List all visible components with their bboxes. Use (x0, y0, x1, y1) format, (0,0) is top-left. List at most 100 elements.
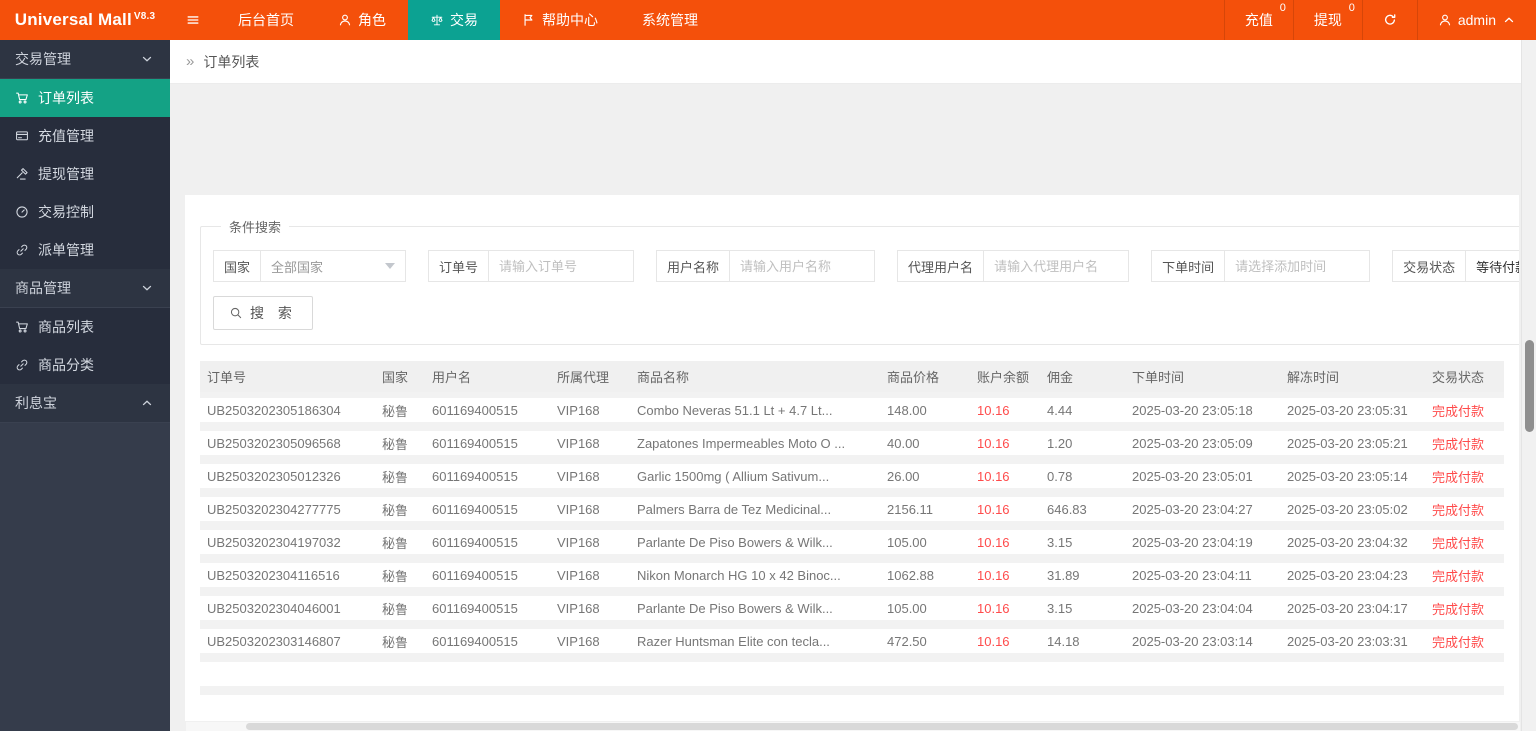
table-row[interactable]: UB2503202303146807 秘鲁 601169400515 VIP168 Ra… (200, 629, 1504, 662)
search-filter-section: 条件搜索 国家全部国家订单号用户名称代理用户名下单时间交易状态等待付款 搜 索 (200, 217, 1519, 345)
filter-label: 用户名称 (656, 250, 731, 282)
cell-commission: 3.15 (1047, 534, 1073, 550)
cell-username: 601169400515 (432, 402, 518, 418)
horizontal-scrollbar[interactable] (186, 722, 1520, 731)
filter-field-5: 交易状态等待付款 (1392, 250, 1519, 282)
order-time-input[interactable] (1224, 250, 1371, 282)
cell-product-price: 105.00 (887, 534, 927, 550)
cell-order-no: UB2503202305096568 (207, 435, 341, 451)
agent-username-input[interactable] (983, 250, 1130, 282)
cell-username: 601169400515 (432, 534, 518, 550)
sidebar-item-0-3[interactable]: 交易控制 (0, 193, 170, 231)
order-no-input[interactable] (488, 250, 635, 282)
cart-icon (15, 91, 29, 105)
sidebar-group-2[interactable]: 利息宝 (0, 384, 170, 423)
trade-status-select[interactable]: 等待付款 (1465, 250, 1519, 282)
horizontal-scrollbar-thumb[interactable] (246, 723, 1518, 730)
app-logo[interactable]: Universal Mall V8.3 (0, 0, 170, 40)
cell-country: 秘鲁 (382, 469, 409, 485)
cell-commission: 4.44 (1047, 402, 1073, 418)
vertical-scrollbar-thumb[interactable] (1525, 340, 1534, 432)
cell-unfreeze-time: 2025-03-20 23:05:14 (1287, 468, 1408, 484)
username: admin (1457, 12, 1496, 28)
cell-commission: 3.15 (1047, 600, 1073, 616)
cell-order-time: 2025-03-20 23:04:27 (1132, 501, 1253, 517)
cell-agent: VIP168 (557, 402, 600, 418)
sidebar-item-0-0[interactable]: 订单列表 (0, 79, 170, 117)
sidebar-item-1-1[interactable]: 商品分类 (0, 346, 170, 384)
sidebar-group-label: 利息宝 (15, 395, 57, 411)
search-button[interactable]: 搜 索 (213, 296, 313, 330)
sidebar-group-label: 商品管理 (15, 280, 71, 296)
nav-item-system[interactable]: 系统管理 (620, 0, 720, 40)
cell-product-price: 105.00 (887, 600, 927, 616)
breadcrumb: » 订单列表 (170, 40, 1536, 84)
withdraw-button[interactable]: 提现 0 (1292, 0, 1362, 40)
sidebar-item-label: 提现管理 (38, 166, 94, 182)
cell-product-name: Razer Huntsman Elite con tecla... (637, 633, 830, 649)
topbar-right: 充值 0 提现 0 admin (1223, 0, 1536, 40)
cell-account-balance: 10.16 (977, 600, 1010, 616)
sidebar-group-1[interactable]: 商品管理 (0, 269, 170, 308)
filter-label: 代理用户名 (897, 250, 985, 282)
cell-unfreeze-time: 2025-03-20 23:04:17 (1287, 600, 1408, 616)
username-input[interactable] (729, 250, 876, 282)
chevron-down-icon (140, 281, 154, 295)
sidebar-item-0-1[interactable]: 充值管理 (0, 117, 170, 155)
cell-product-price: 26.00 (887, 468, 920, 484)
cell-agent: VIP168 (557, 534, 600, 550)
menu-toggle-icon[interactable] (170, 0, 216, 40)
sidebar-item-1-0[interactable]: 商品列表 (0, 308, 170, 346)
cell-account-balance: 10.16 (977, 633, 1010, 649)
cart-icon (15, 320, 29, 334)
cell-account-balance: 10.16 (977, 435, 1010, 451)
nav-item-help-center[interactable]: 帮助中心 (500, 0, 620, 40)
table-header-row: 订单号 国家 用户名 所属代理 商品名称 商品价格 账户余额 佣金 下单时间 解冻时间 交易状态 (200, 361, 1504, 398)
link-icon (15, 358, 29, 372)
card-icon (15, 129, 29, 143)
table-row[interactable]: UB2503202304116516 秘鲁 601169400515 VIP168 Ni… (200, 563, 1504, 596)
nav-item-roles[interactable]: 角色 (316, 0, 408, 40)
app-version: V8.3 (133, 10, 156, 22)
cell-country: 秘鲁 (382, 634, 409, 650)
vertical-scrollbar[interactable] (1521, 40, 1536, 731)
cell-country: 秘鲁 (382, 535, 409, 551)
cell-product-price: 2156.11 (887, 501, 934, 517)
nav-item-trade[interactable]: 交易 (408, 0, 500, 40)
column-header-8: 下单时间 (1132, 370, 1185, 385)
cell-agent: VIP168 (557, 501, 600, 517)
user-menu[interactable]: admin (1416, 0, 1536, 40)
sidebar-item-0-4[interactable]: 派单管理 (0, 231, 170, 269)
cell-product-name: Palmers Barra de Tez Medicinal... (637, 501, 832, 517)
country-select[interactable]: 全部国家 (260, 250, 407, 282)
column-header-10: 交易状态 (1432, 370, 1485, 385)
cell-order-no: UB2503202304116516 (207, 567, 340, 583)
table-row[interactable]: UB2503202305012326 秘鲁 601169400515 VIP168 Ga… (200, 464, 1504, 497)
table-row[interactable]: UB2503202304046001 秘鲁 601169400515 VIP168 Pa… (200, 596, 1504, 629)
filter-row: 国家全部国家订单号用户名称代理用户名下单时间交易状态等待付款 (213, 250, 1519, 282)
cell-country: 秘鲁 (382, 568, 409, 584)
recharge-button[interactable]: 充值 0 (1223, 0, 1293, 40)
sidebar-item-0-2[interactable]: 提现管理 (0, 155, 170, 193)
table-row[interactable]: UB2503202305096568 秘鲁 601169400515 VIP168 Za… (200, 431, 1504, 464)
cell-country: 秘鲁 (382, 502, 409, 518)
table-row[interactable]: UB2503202304277775 秘鲁 601169400515 VIP168 Pa… (200, 497, 1504, 530)
cell-commission: 1.20 (1047, 435, 1073, 451)
cell-trade-status: 完成付款 (1432, 436, 1485, 452)
cell-order-no: UB2503202305186304 (207, 402, 341, 418)
nav-item-label: 系统管理 (642, 12, 698, 28)
link-icon (15, 243, 29, 257)
cell-trade-status: 完成付款 (1432, 403, 1485, 419)
table-row[interactable]: UB2503202305186304 秘鲁 601169400515 VIP168 Co… (200, 398, 1504, 431)
cell-unfreeze-time: 2025-03-20 23:04:23 (1287, 567, 1408, 583)
cell-username: 601169400515 (432, 567, 518, 583)
refresh-button[interactable] (1361, 0, 1417, 40)
cell-username: 601169400515 (432, 435, 518, 451)
nav-item-dashboard[interactable]: 后台首页 (216, 0, 316, 40)
table-row[interactable]: UB2503202304197032 秘鲁 601169400515 VIP168 Pa… (200, 530, 1504, 563)
sidebar-group-0[interactable]: 交易管理 (0, 40, 170, 79)
cell-trade-status: 完成付款 (1432, 502, 1485, 518)
select-value: 全部国家 (271, 259, 324, 275)
cell-username: 601169400515 (432, 600, 518, 616)
nav-item-label: 帮助中心 (542, 12, 598, 28)
